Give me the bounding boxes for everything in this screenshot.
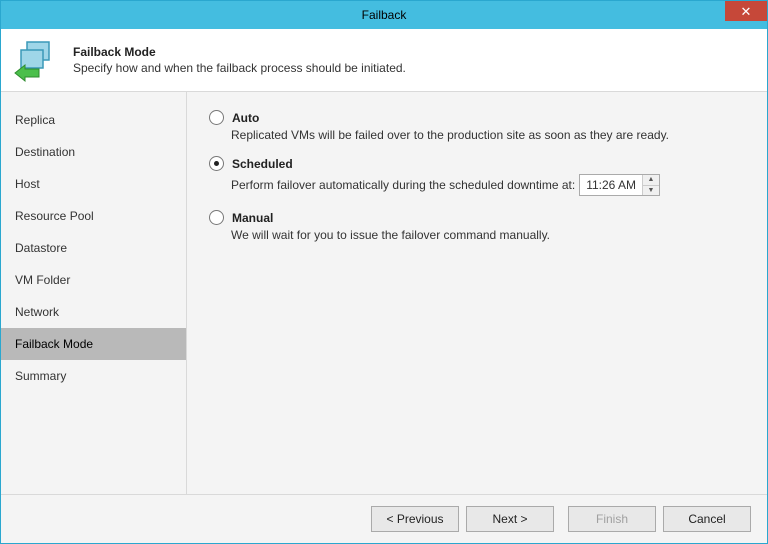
titlebar: Failback ✕ [1, 1, 767, 29]
wizard-footer: < Previous Next > Finish Cancel [1, 494, 767, 543]
option-manual-title: Manual [232, 211, 273, 225]
header-title: Failback Mode [73, 45, 406, 59]
finish-button: Finish [568, 506, 656, 532]
close-button[interactable]: ✕ [725, 1, 767, 21]
sidebar-item-datastore[interactable]: Datastore [1, 232, 186, 264]
sidebar-item-resource-pool[interactable]: Resource Pool [1, 200, 186, 232]
header-subtitle: Specify how and when the failback proces… [73, 61, 406, 75]
spin-down-icon[interactable]: ▼ [643, 186, 659, 196]
wizard-header: Failback Mode Specify how and when the f… [1, 29, 767, 92]
option-auto: Auto Replicated VMs will be failed over … [209, 110, 745, 142]
sidebar-item-host[interactable]: Host [1, 168, 186, 200]
previous-button[interactable]: < Previous [371, 506, 459, 532]
close-icon: ✕ [741, 5, 752, 18]
wizard-body: Replica Destination Host Resource Pool D… [1, 92, 767, 494]
option-scheduled-title: Scheduled [232, 157, 293, 171]
time-value[interactable]: 11:26 AM [580, 175, 642, 195]
sidebar-item-replica[interactable]: Replica [1, 104, 186, 136]
radio-scheduled[interactable] [209, 156, 224, 171]
cancel-button[interactable]: Cancel [663, 506, 751, 532]
sidebar-item-destination[interactable]: Destination [1, 136, 186, 168]
next-button[interactable]: Next > [466, 506, 554, 532]
sidebar-item-failback-mode[interactable]: Failback Mode [1, 328, 186, 360]
option-scheduled-desc-row: Perform failover automatically during th… [231, 174, 745, 196]
failback-icon [13, 36, 61, 84]
option-scheduled: Scheduled Perform failover automatically… [209, 156, 745, 196]
spin-up-icon[interactable]: ▲ [643, 175, 659, 186]
option-manual: Manual We will wait for you to issue the… [209, 210, 745, 242]
wizard-steps-sidebar: Replica Destination Host Resource Pool D… [1, 92, 187, 494]
option-auto-title: Auto [232, 111, 259, 125]
sidebar-item-vm-folder[interactable]: VM Folder [1, 264, 186, 296]
sidebar-item-summary[interactable]: Summary [1, 360, 186, 392]
header-text: Failback Mode Specify how and when the f… [73, 45, 406, 75]
time-input[interactable]: 11:26 AM ▲ ▼ [579, 174, 660, 196]
option-scheduled-desc: Perform failover automatically during th… [231, 178, 575, 192]
radio-manual[interactable] [209, 210, 224, 225]
wizard-window: Failback ✕ Failback Mode Specify how and… [0, 0, 768, 544]
time-spinner: ▲ ▼ [642, 175, 659, 195]
window-title: Failback [362, 8, 407, 22]
wizard-content: Auto Replicated VMs will be failed over … [187, 92, 767, 494]
sidebar-item-network[interactable]: Network [1, 296, 186, 328]
option-manual-desc: We will wait for you to issue the failov… [231, 228, 745, 242]
radio-auto[interactable] [209, 110, 224, 125]
option-auto-desc: Replicated VMs will be failed over to th… [231, 128, 745, 142]
